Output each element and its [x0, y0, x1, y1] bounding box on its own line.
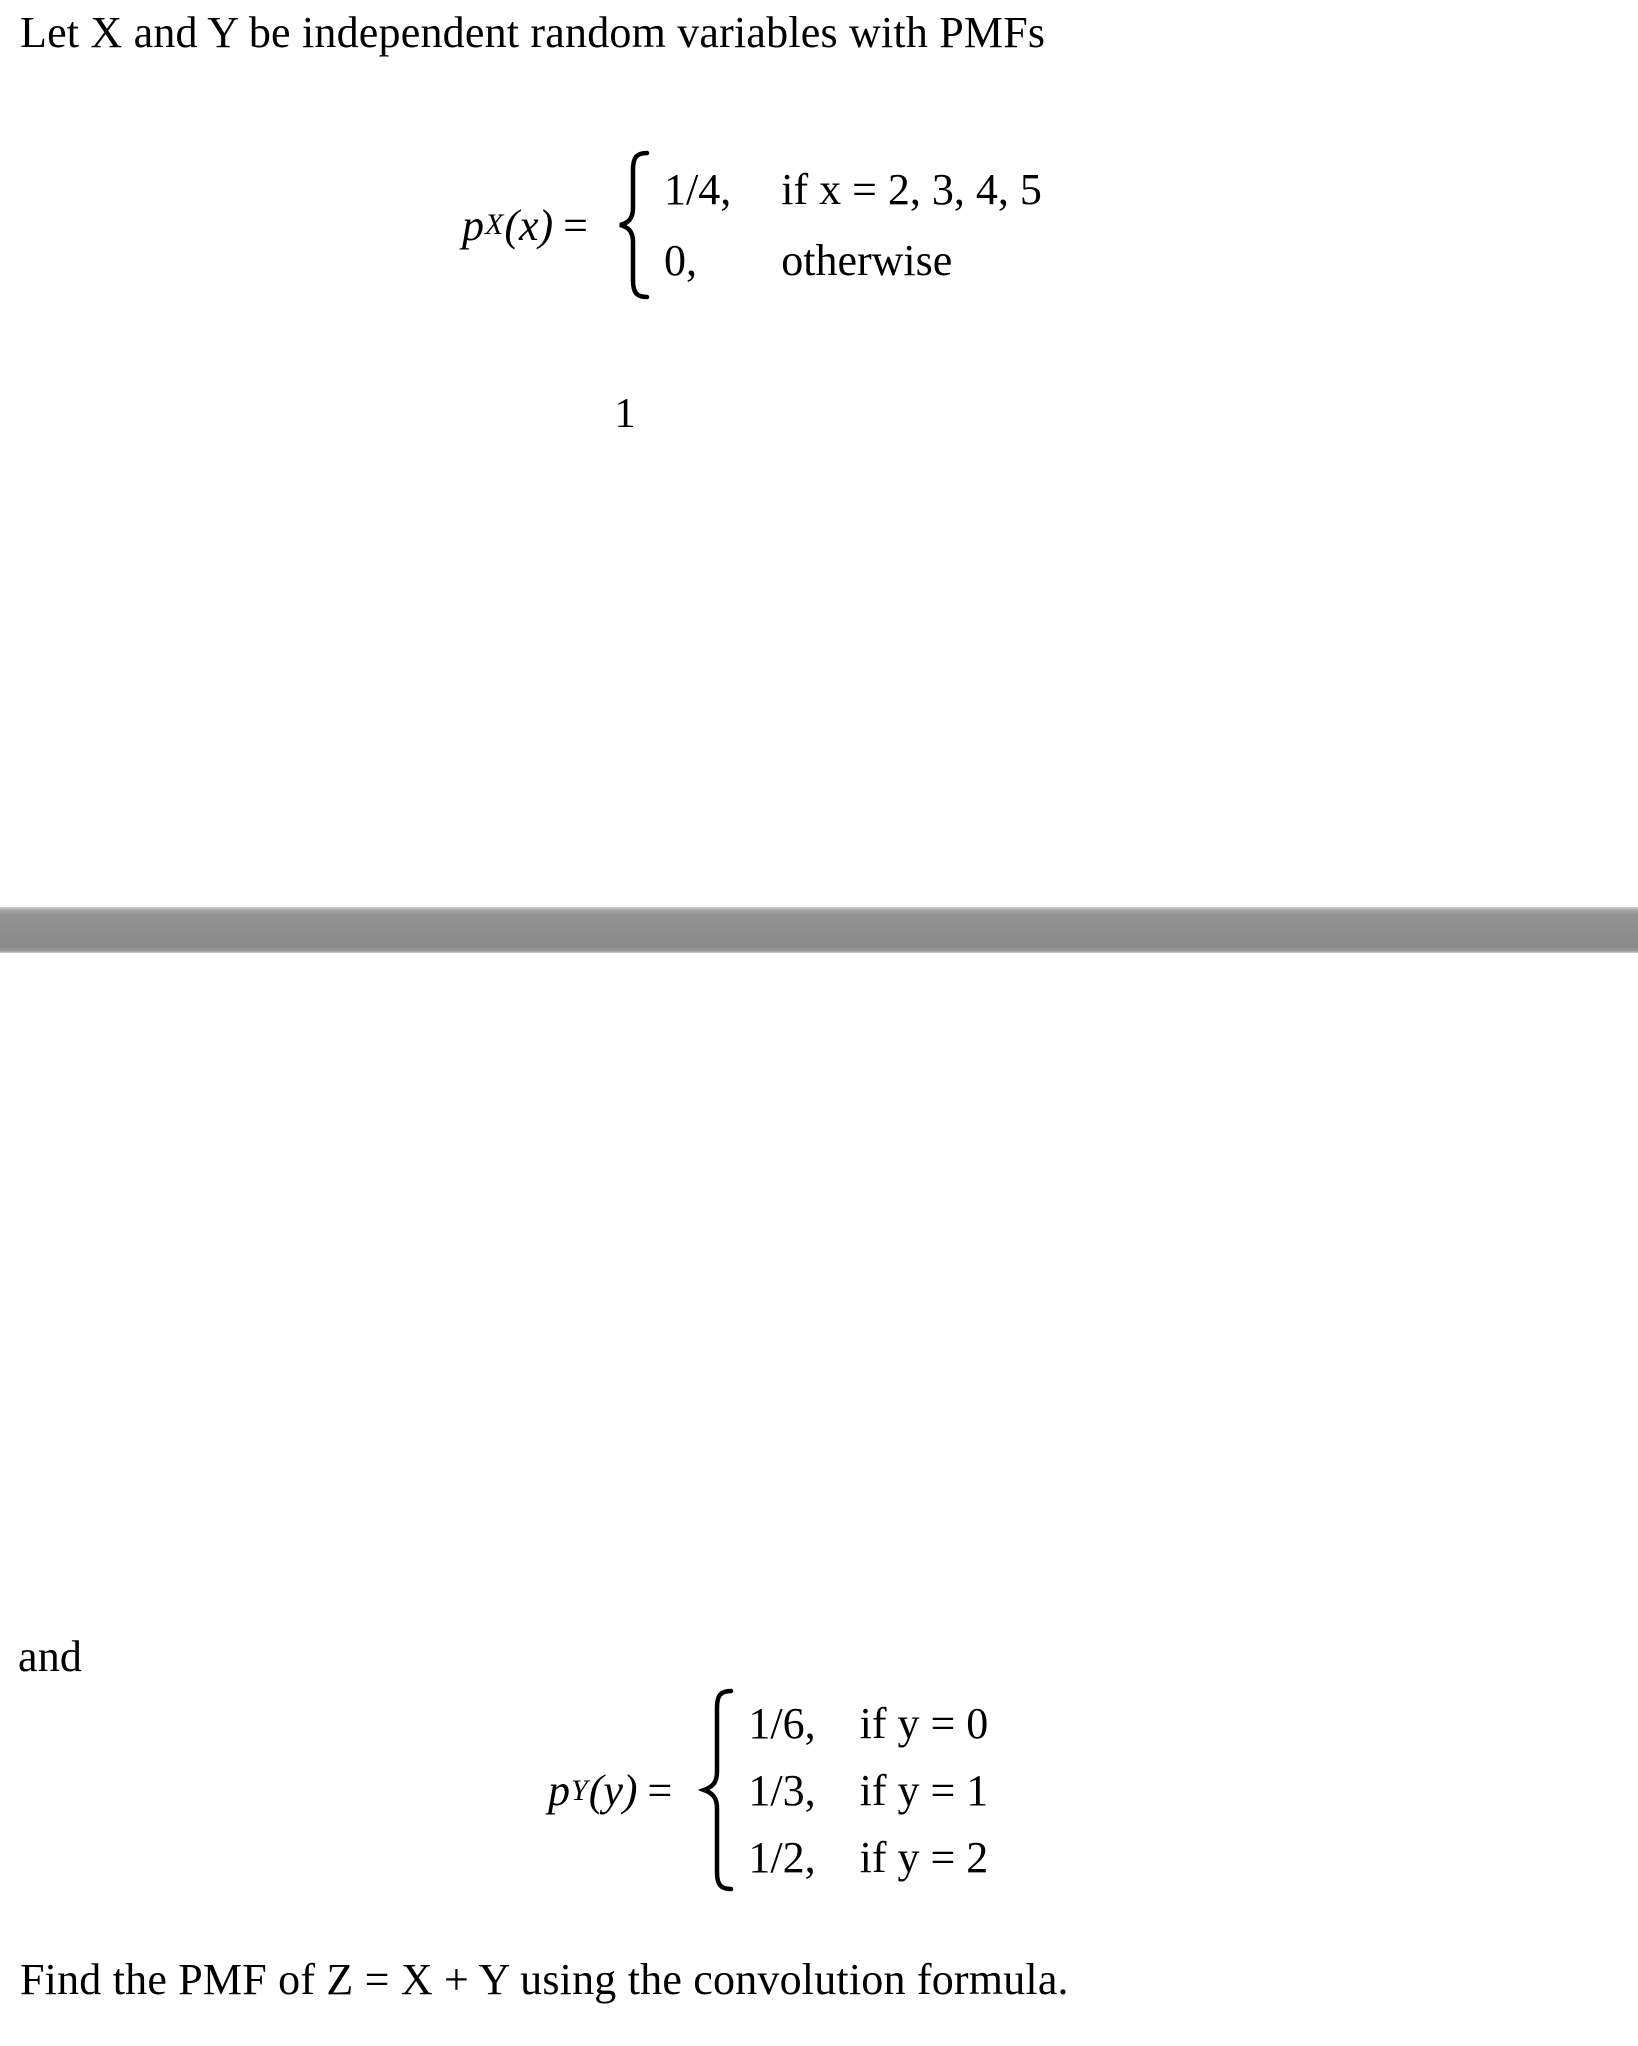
equation-py-case-0-condition: if y = 0	[859, 1699, 989, 1748]
equation-px-case-1-value: 0,	[664, 236, 697, 285]
equation-py-subscript: Y	[571, 1773, 588, 1807]
document-page: Let X and Y be independent random variab…	[0, 0, 1638, 2046]
closing-sentence: Find the PMF of Z = X + Y using the conv…	[20, 1955, 1069, 2004]
curly-brace-icon	[619, 150, 650, 300]
page-number: 1	[614, 391, 636, 437]
equation-px-function-name: p	[462, 200, 484, 250]
equation-px-case-0-condition: if x = 2, 3, 4, 5	[781, 165, 1042, 214]
equation-px-case-0-value: 1/4,	[664, 165, 732, 214]
page-separator-bar	[0, 907, 1638, 953]
equation-px-equals: =	[563, 200, 588, 250]
intro-sentence: Let X and Y be independent random variab…	[20, 8, 1046, 57]
equation-py-case-2-condition: if y = 2	[859, 1833, 989, 1882]
connector-word: and	[18, 1632, 83, 1681]
equation-py-case-2-value: 1/2,	[748, 1833, 816, 1882]
equation-pmf-y: p Y (y) = 1/6, if y = 0 1/3, if y = 1 1/2,…	[548, 1688, 988, 1893]
equation-px-lhs: p X (x) =	[462, 200, 614, 251]
equation-py-function-name: p	[548, 1766, 570, 1815]
equation-px-cases: 1/4, if x = 2, 3, 4, 5 0, otherwise	[664, 164, 1042, 286]
equation-py-lhs: p Y (y) =	[548, 1765, 698, 1816]
equation-py-case-0-value: 1/6,	[748, 1699, 816, 1748]
equation-py-cases: 1/6, if y = 0 1/3, if y = 1 1/2, if y = …	[748, 1698, 988, 1883]
equation-py-argument: (y)	[588, 1766, 638, 1815]
curly-brace-icon	[698, 1688, 734, 1892]
equation-py-equals: =	[647, 1766, 673, 1815]
equation-py-case-1-value: 1/3,	[748, 1766, 816, 1815]
equation-px-subscript: X	[485, 208, 504, 241]
equation-pmf-x: p X (x) = 1/4, if x = 2, 3, 4, 5 0, otherw…	[462, 150, 1042, 300]
equation-px-argument: (x)	[504, 200, 554, 250]
equation-py-case-1-condition: if y = 1	[859, 1766, 989, 1815]
equation-px-case-1-condition: otherwise	[781, 236, 953, 285]
